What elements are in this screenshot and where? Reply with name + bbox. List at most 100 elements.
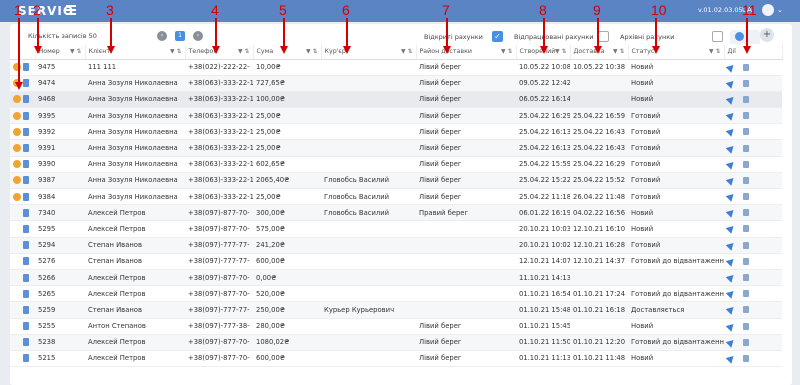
document-icon[interactable] xyxy=(23,208,30,217)
document-icon[interactable] xyxy=(23,338,30,347)
trash-icon[interactable] xyxy=(743,306,749,314)
column-header-0[interactable] xyxy=(10,45,36,60)
table-row[interactable]: 9384 Анна Зозуля Николаевна +38(063)-333-2… xyxy=(10,188,782,206)
send-icon[interactable] xyxy=(725,126,737,138)
filter-sort-icon[interactable]: ▼ ⇅ xyxy=(401,48,413,55)
document-icon[interactable] xyxy=(23,95,30,104)
table-row[interactable]: 9390 Анна Зозуля Николаевна +38(063)-333-2… xyxy=(10,156,782,173)
filter-sort-icon[interactable]: ▼ ⇅ xyxy=(613,48,625,55)
table-row[interactable]: 5295 Алексей Петров +38(097)-877-70- 575,00… xyxy=(10,220,782,238)
send-icon[interactable] xyxy=(725,207,737,219)
column-header-2[interactable]: Клієнт ▼ ⇅ xyxy=(85,45,186,60)
table-row[interactable]: 9387 Анна Зозуля Николаевна +38(063)-333-2… xyxy=(10,172,782,190)
table-row[interactable]: 5255 Антон Степанов +38(097)-777-38- 280,00… xyxy=(10,318,782,335)
table-row[interactable]: 9468 Анна Зозуля Николаевна +38(063)-333-2… xyxy=(10,91,782,109)
trash-icon[interactable] xyxy=(743,63,749,71)
trash-icon[interactable] xyxy=(743,338,749,346)
document-icon[interactable] xyxy=(23,322,30,331)
table-row[interactable]: 5259 Степан Иванов +38(097)-777-77- 250,00₴… xyxy=(10,301,782,319)
trash-icon[interactable] xyxy=(743,322,749,330)
trash-icon[interactable] xyxy=(743,274,749,282)
document-icon[interactable] xyxy=(23,127,30,136)
send-icon[interactable] xyxy=(725,142,737,154)
document-icon[interactable] xyxy=(23,160,30,169)
send-icon[interactable] xyxy=(725,256,737,267)
add-tab-button[interactable]: + xyxy=(760,28,774,42)
send-icon[interactable] xyxy=(725,61,737,73)
trash-icon[interactable] xyxy=(743,176,749,184)
document-icon[interactable] xyxy=(23,289,30,298)
document-icon[interactable] xyxy=(23,144,30,153)
document-icon[interactable] xyxy=(23,192,30,201)
send-icon[interactable] xyxy=(725,110,737,121)
send-icon[interactable] xyxy=(725,353,737,364)
document-icon[interactable] xyxy=(23,273,30,282)
table-row[interactable]: 5265 Алексей Петров +38(097)-877-70- 520,00… xyxy=(10,285,782,303)
trash-icon[interactable] xyxy=(743,128,749,136)
trash-icon[interactable] xyxy=(743,112,749,120)
column-header-6[interactable]: Район доставки ▼ ⇅ xyxy=(416,45,517,60)
current-page[interactable]: 1 xyxy=(175,31,185,41)
column-header-9[interactable]: Статус ▼ ⇅ xyxy=(628,45,725,60)
document-icon[interactable] xyxy=(23,241,30,250)
filter-sort-icon[interactable]: ▼ ⇅ xyxy=(555,48,567,55)
document-icon[interactable] xyxy=(23,354,30,363)
send-icon[interactable] xyxy=(725,320,737,332)
filter-sort-icon[interactable]: ▼ ⇅ xyxy=(70,48,82,55)
table-row[interactable]: 5266 Алексей Петров +38(097)-877-70- 0,00₴ 1… xyxy=(10,269,782,287)
prev-page-button[interactable]: ‹ xyxy=(157,31,167,41)
send-icon[interactable] xyxy=(725,272,737,283)
trash-icon[interactable] xyxy=(743,209,749,217)
filter-sort-icon[interactable]: ▼ ⇅ xyxy=(238,48,250,55)
filter-sort-icon[interactable]: ▼ ⇅ xyxy=(501,48,513,55)
next-page-button[interactable]: › xyxy=(193,31,203,41)
user-avatar-icon[interactable] xyxy=(762,4,774,16)
send-icon[interactable] xyxy=(725,288,737,300)
send-icon[interactable] xyxy=(725,77,737,89)
trash-icon[interactable] xyxy=(743,144,749,152)
processed-bills-checkbox[interactable] xyxy=(598,31,609,42)
trash-icon[interactable] xyxy=(743,95,749,103)
document-icon[interactable] xyxy=(23,63,30,72)
trash-icon[interactable] xyxy=(743,257,749,265)
table-row[interactable]: 5276 Степан Иванов +38(097)-777-77- 600,00₴… xyxy=(10,253,782,270)
send-icon[interactable] xyxy=(725,223,737,235)
table-row[interactable]: 9475 111 111 +38(022)-222-22- 10,00₴ Лівий б… xyxy=(10,59,782,76)
document-icon[interactable] xyxy=(23,224,30,233)
send-icon[interactable] xyxy=(725,158,737,170)
table-row[interactable]: 9474 Анна Зозуля Николаевна +38(063)-333-2… xyxy=(10,75,782,92)
table-row[interactable]: 5215 Алексей Петров +38(097)-877-70- 600,00… xyxy=(10,350,782,368)
document-icon[interactable] xyxy=(23,305,30,314)
send-icon[interactable] xyxy=(725,175,737,186)
filter-sort-icon[interactable]: ▼ ⇅ xyxy=(170,48,182,55)
trash-icon[interactable] xyxy=(743,193,749,201)
menu-icon[interactable] xyxy=(66,5,76,15)
send-icon[interactable] xyxy=(725,239,737,251)
document-icon[interactable] xyxy=(23,111,30,120)
column-header-10[interactable]: Дії xyxy=(724,45,783,60)
table-row[interactable]: 5294 Степан Иванов +38(097)-777-77- 241,20₴… xyxy=(10,237,782,254)
document-icon[interactable] xyxy=(23,257,30,266)
filter-sort-icon[interactable]: ▼ ⇅ xyxy=(709,48,721,55)
send-icon[interactable] xyxy=(725,336,737,348)
table-row[interactable]: 9392 Анна Зозуля Николаевна +38(063)-333-2… xyxy=(10,123,782,141)
column-header-5[interactable]: Кур'єр ▼ ⇅ xyxy=(321,45,417,60)
chevron-down-icon[interactable]: ⌄ xyxy=(777,6,783,14)
archive-bills-checkbox[interactable] xyxy=(712,31,723,42)
filter-sort-icon[interactable]: ▼ ⇅ xyxy=(306,48,318,55)
trash-icon[interactable] xyxy=(743,225,749,233)
trash-icon[interactable] xyxy=(743,290,749,298)
document-icon[interactable] xyxy=(23,79,30,88)
open-bills-checkbox[interactable]: ✓ xyxy=(492,31,503,42)
send-icon[interactable] xyxy=(725,304,737,316)
column-header-1[interactable]: Номер ▼ ⇅ xyxy=(35,45,86,60)
table-row[interactable]: 7340 Алексей Петров +38(097)-877-70- 300,00… xyxy=(10,204,782,222)
trash-icon[interactable] xyxy=(743,160,749,168)
document-icon[interactable] xyxy=(23,176,30,185)
trash-icon[interactable] xyxy=(743,354,749,362)
trash-icon[interactable] xyxy=(743,241,749,249)
send-icon[interactable] xyxy=(725,94,737,105)
send-icon[interactable] xyxy=(725,191,737,202)
table-row[interactable]: 9395 Анна Зозуля Николаевна +38(063)-333-2… xyxy=(10,107,782,125)
table-row[interactable]: 5238 Алексей Петров +38(097)-877-70- 1080,0… xyxy=(10,334,782,351)
